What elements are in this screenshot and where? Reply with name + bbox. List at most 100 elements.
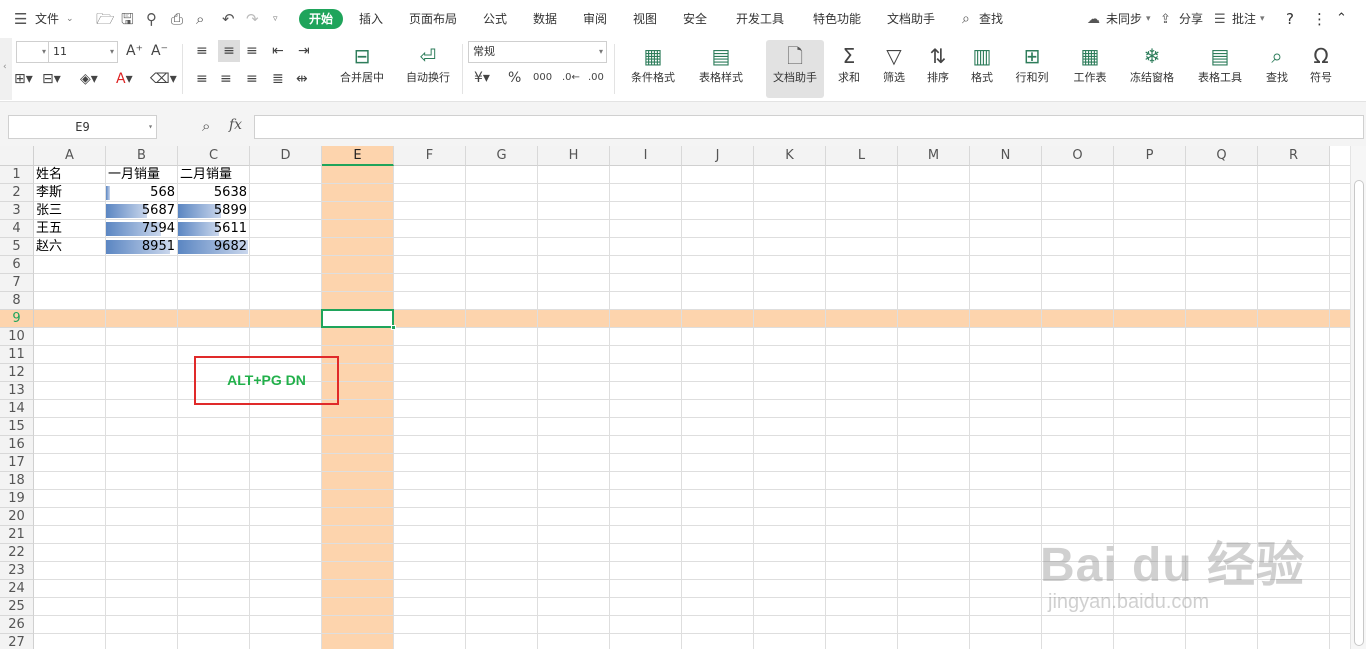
header-cell[interactable]: 一月销量 [106, 166, 177, 184]
feb-sales-cell[interactable]: 5638 [178, 184, 249, 202]
collapse-ribbon-icon[interactable]: ⌃ [1336, 0, 1347, 38]
decrease-font-icon[interactable]: A⁻ [151, 42, 168, 60]
hamburger-menu-icon[interactable]: ☰ [14, 0, 27, 38]
row-header[interactable]: 1 [0, 166, 34, 184]
align-middle-icon[interactable]: ≡ [218, 40, 240, 62]
clear-icon[interactable]: ⌫▾ [150, 70, 177, 88]
search-button[interactable]: 查找 [979, 0, 1003, 38]
tab-data[interactable]: 数据 [533, 0, 557, 38]
row-header[interactable]: 21 [0, 526, 34, 544]
jan-sales-cell[interactable]: 7594 [106, 220, 177, 238]
sync-status[interactable]: 未同步 [1106, 0, 1142, 38]
column-header[interactable]: J [682, 146, 754, 166]
row-header[interactable]: 23 [0, 562, 34, 580]
wrap-text-button[interactable]: ⏎ 自动换行 [400, 40, 456, 98]
name-cell[interactable]: 李斯 [34, 184, 105, 202]
row-header[interactable]: 11 [0, 346, 34, 364]
name-cell[interactable]: 张三 [34, 202, 105, 220]
percent-icon[interactable]: % [508, 69, 521, 87]
filter-button[interactable]: ▽ 筛选 [876, 40, 912, 98]
column-header[interactable]: H [538, 146, 610, 166]
tab-security[interactable]: 安全 [683, 0, 707, 38]
decrease-decimal-icon[interactable]: .00 [588, 69, 604, 87]
comment-button[interactable]: 批注 [1232, 0, 1256, 38]
header-cell[interactable]: 二月销量 [178, 166, 249, 184]
font-size-select[interactable]: 11 ▾ [48, 41, 118, 63]
undo-icon[interactable]: ↶ [222, 0, 235, 38]
conditional-format-button[interactable]: ▦ 条件格式 [622, 40, 684, 98]
row-header[interactable]: 24 [0, 580, 34, 598]
row-header[interactable]: 17 [0, 454, 34, 472]
row-header[interactable]: 15 [0, 418, 34, 436]
save-icon[interactable]: 🖫 [121, 0, 134, 38]
column-header[interactable]: Q [1186, 146, 1258, 166]
format-painter-icon[interactable]: ⚲ [146, 0, 157, 38]
feb-sales-cell[interactable]: 9682 [178, 238, 249, 256]
open-icon[interactable]: 🗁 [96, 0, 115, 38]
row-header[interactable]: 14 [0, 400, 34, 418]
table-tools-button[interactable]: ▤ 表格工具 [1190, 40, 1250, 98]
column-header[interactable]: P [1114, 146, 1186, 166]
fill-handle[interactable] [391, 325, 396, 330]
tab-review[interactable]: 审阅 [583, 0, 607, 38]
column-header[interactable]: G [466, 146, 538, 166]
column-header[interactable]: L [826, 146, 898, 166]
row-header[interactable]: 9 [0, 310, 34, 328]
row-header[interactable]: 7 [0, 274, 34, 292]
row-header[interactable]: 19 [0, 490, 34, 508]
freeze-panes-button[interactable]: ❄ 冻结窗格 [1122, 40, 1182, 98]
column-header[interactable]: C [178, 146, 250, 166]
row-header[interactable]: 22 [0, 544, 34, 562]
column-header[interactable]: I [610, 146, 682, 166]
row-header[interactable]: 12 [0, 364, 34, 382]
tab-view[interactable]: 视图 [633, 0, 657, 38]
format-button[interactable]: ▥ 格式 [964, 40, 1000, 98]
print-preview-icon[interactable]: ⌕ [196, 0, 204, 38]
select-all-corner[interactable] [0, 146, 34, 166]
indent-increase-icon[interactable]: ⇥ [298, 42, 310, 60]
chevron-down-icon[interactable]: ⌄ [66, 0, 74, 38]
row-header[interactable]: 2 [0, 184, 34, 202]
tab-home[interactable]: 开始 [299, 9, 343, 29]
row-header[interactable]: 25 [0, 598, 34, 616]
increase-font-icon[interactable]: A⁺ [126, 42, 143, 60]
column-header[interactable]: R [1258, 146, 1330, 166]
tab-page-layout[interactable]: 页面布局 [409, 0, 457, 38]
active-cell[interactable] [321, 309, 394, 328]
symbol-button[interactable]: Ω 符号 [1302, 40, 1340, 98]
row-header[interactable]: 4 [0, 220, 34, 238]
chevron-down-icon[interactable]: ▾ [1260, 0, 1265, 38]
header-cell[interactable]: 姓名 [34, 166, 105, 184]
search-icon[interactable]: ⌕ [962, 0, 970, 38]
justify-icon[interactable]: ≣ [272, 70, 284, 88]
align-left-icon[interactable]: ≡ [196, 70, 208, 88]
column-header[interactable]: F [394, 146, 466, 166]
print-icon[interactable]: ⎙ [171, 0, 183, 38]
name-cell[interactable]: 赵六 [34, 238, 105, 256]
tab-doc-helper[interactable]: 文档助手 [887, 0, 935, 38]
tab-formulas[interactable]: 公式 [483, 0, 507, 38]
row-header[interactable]: 5 [0, 238, 34, 256]
file-menu[interactable]: 文件 [35, 0, 59, 38]
tab-special-features[interactable]: 特色功能 [813, 0, 861, 38]
chevron-down-icon[interactable]: ▾ [1146, 0, 1151, 38]
quick-access-more-icon[interactable]: ▿ [273, 0, 278, 38]
align-center-icon[interactable]: ≡ [220, 70, 232, 88]
cell-style-icon[interactable]: ⊟▾ [42, 70, 61, 88]
thousands-separator-icon[interactable]: 000 [533, 69, 552, 87]
zoom-formula-icon[interactable]: ⌕ [202, 117, 210, 135]
sum-button[interactable]: Σ 求和 [832, 40, 866, 98]
row-header[interactable]: 20 [0, 508, 34, 526]
tab-developer[interactable]: 开发工具 [736, 0, 784, 38]
currency-icon[interactable]: ¥▾ [474, 69, 490, 87]
column-header[interactable]: A [34, 146, 106, 166]
feb-sales-cell[interactable]: 5611 [178, 220, 249, 238]
fill-color-icon[interactable]: ◈▾ [80, 70, 98, 88]
row-header[interactable]: 3 [0, 202, 34, 220]
font-name-select[interactable]: ▾ [16, 41, 50, 63]
formula-input[interactable] [254, 115, 1364, 139]
more-icon[interactable]: ⋮ [1312, 0, 1327, 38]
find-button[interactable]: ⌕ 查找 [1258, 40, 1296, 98]
jan-sales-cell[interactable]: 5687 [106, 202, 177, 220]
merge-center-button[interactable]: ⊟ 合并居中 [330, 40, 394, 98]
